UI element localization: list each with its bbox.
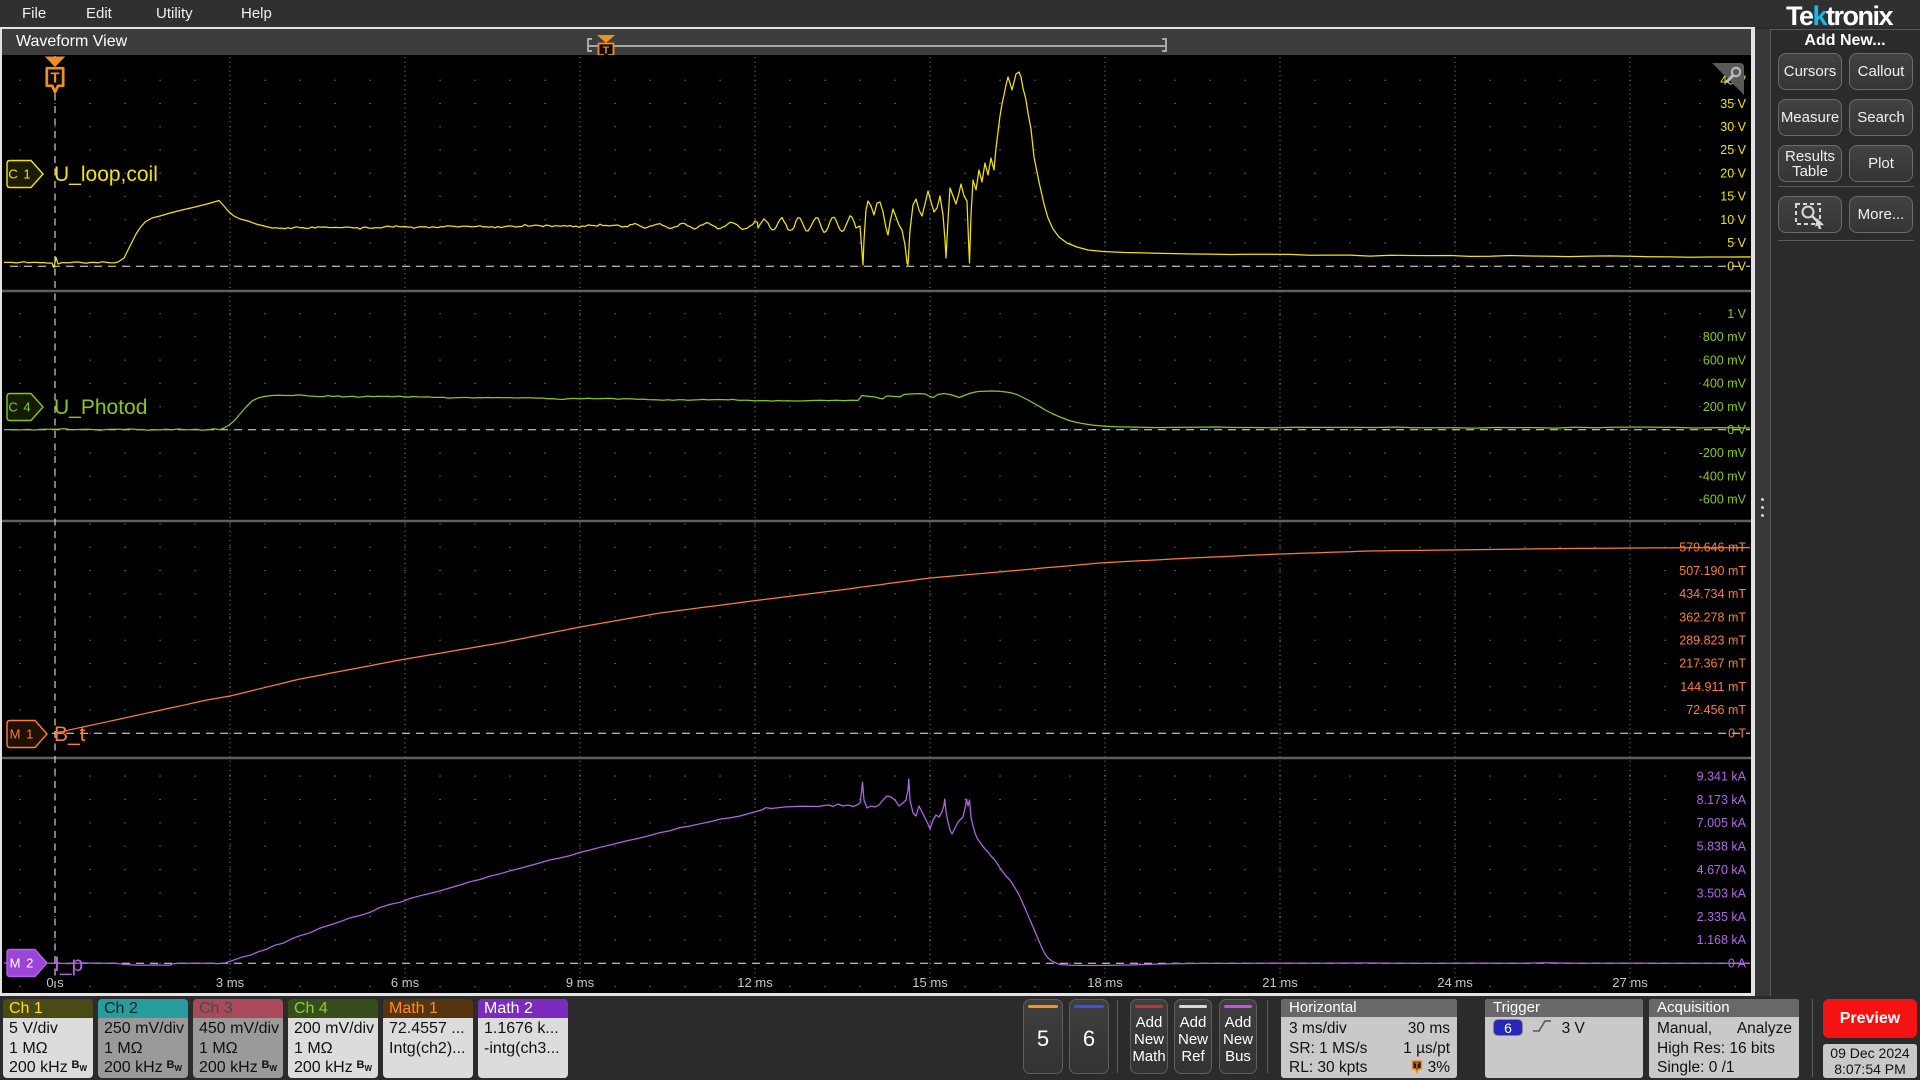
svg-text:9 ms: 9 ms	[566, 975, 595, 990]
svg-text:434.734 mT: 434.734 mT	[1679, 587, 1746, 601]
svg-text:5 V: 5 V	[1727, 236, 1746, 250]
svg-text:144.911 mT: 144.911 mT	[1680, 680, 1746, 694]
svg-text:15 ms: 15 ms	[912, 975, 948, 990]
svg-text:18 ms: 18 ms	[1087, 975, 1123, 990]
svg-text:27 ms: 27 ms	[1612, 975, 1648, 990]
svg-text:600 mV: 600 mV	[1703, 353, 1747, 367]
svg-text:507.190 mT: 507.190 mT	[1679, 564, 1746, 578]
svg-text:I_p: I_p	[54, 953, 83, 976]
svg-text:0 s: 0 s	[46, 975, 64, 990]
svg-text:289.823 mT: 289.823 mT	[1679, 634, 1746, 648]
svg-text:B_t: B_t	[54, 723, 86, 746]
svg-text:-400 mV: -400 mV	[1699, 469, 1747, 483]
svg-text:M 1: M 1	[10, 727, 35, 742]
svg-text:8.173 kA: 8.173 kA	[1697, 793, 1747, 807]
svg-text:5.838 kA: 5.838 kA	[1697, 840, 1747, 854]
svg-text:-200 mV: -200 mV	[1699, 446, 1747, 460]
svg-text:579.646 mT: 579.646 mT	[1679, 541, 1746, 555]
svg-text:1.168 kA: 1.168 kA	[1697, 933, 1747, 947]
svg-text:21 ms: 21 ms	[1262, 975, 1298, 990]
svg-text:24 ms: 24 ms	[1437, 975, 1473, 990]
svg-text:6 ms: 6 ms	[391, 975, 420, 990]
svg-text:9.341 kA: 9.341 kA	[1697, 769, 1747, 783]
svg-text:0 V: 0 V	[1727, 423, 1746, 437]
svg-text:7.005 kA: 7.005 kA	[1697, 816, 1747, 830]
svg-text:25 V: 25 V	[1720, 143, 1746, 157]
svg-text:C 4: C 4	[8, 400, 31, 415]
svg-text:-600 mV: -600 mV	[1699, 493, 1747, 507]
svg-text:10 V: 10 V	[1720, 213, 1746, 227]
svg-text:35 V: 35 V	[1720, 97, 1746, 111]
svg-text:U_Photod: U_Photod	[54, 396, 147, 419]
svg-text:1 V: 1 V	[1727, 307, 1746, 321]
svg-text:12 ms: 12 ms	[737, 975, 773, 990]
svg-text:400 mV: 400 mV	[1703, 377, 1747, 391]
svg-text:217.367 mT: 217.367 mT	[1679, 657, 1746, 671]
svg-text:362.278 mT: 362.278 mT	[1679, 610, 1746, 624]
svg-text:T: T	[1415, 1062, 1420, 1071]
svg-text:4.670 kA: 4.670 kA	[1697, 863, 1747, 877]
svg-text:0 T: 0 T	[1728, 726, 1746, 740]
svg-text:30 V: 30 V	[1720, 120, 1746, 134]
svg-text:800 mV: 800 mV	[1703, 330, 1747, 344]
svg-text:M 2: M 2	[10, 956, 35, 971]
svg-text:U_loop,coil: U_loop,coil	[54, 163, 158, 186]
svg-text:3 ms: 3 ms	[216, 975, 245, 990]
svg-text:20 V: 20 V	[1720, 166, 1746, 180]
svg-text:200 mV: 200 mV	[1703, 400, 1747, 414]
svg-text:2.335 kA: 2.335 kA	[1697, 910, 1747, 924]
svg-text:C 1: C 1	[8, 167, 31, 182]
svg-text:T: T	[51, 71, 60, 87]
svg-text:15 V: 15 V	[1720, 190, 1746, 204]
svg-text:0 A: 0 A	[1728, 957, 1747, 971]
svg-text:72.456 mT: 72.456 mT	[1686, 703, 1746, 717]
svg-text:0 V: 0 V	[1727, 259, 1746, 273]
svg-text:3.503 kA: 3.503 kA	[1697, 886, 1747, 900]
